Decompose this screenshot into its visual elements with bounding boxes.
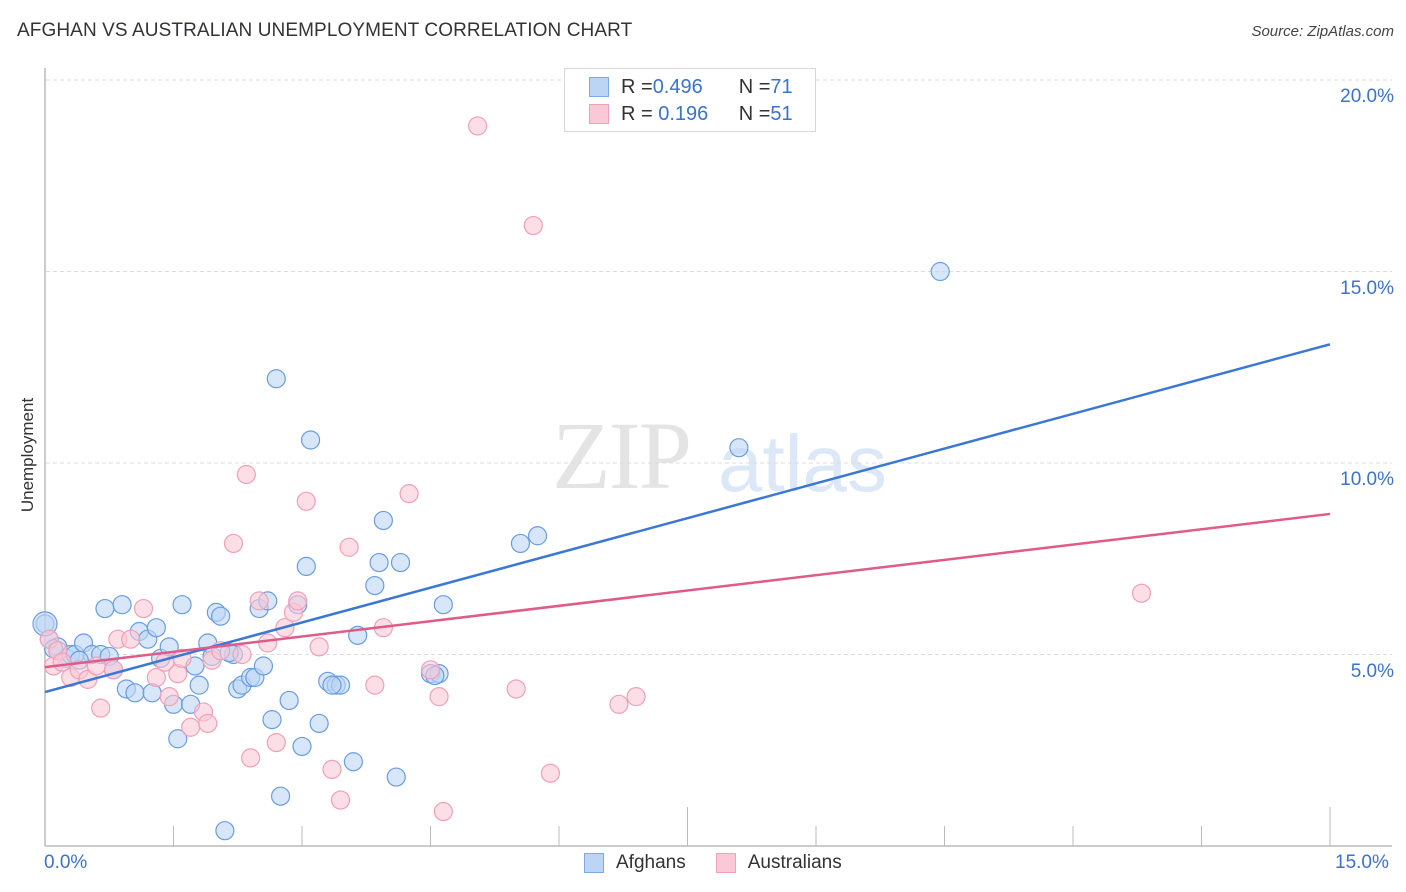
australians-point xyxy=(540,763,561,783)
afghans-point xyxy=(292,736,312,757)
afghans-point xyxy=(300,430,321,450)
afghans-point xyxy=(296,556,316,577)
australians-point xyxy=(258,633,278,653)
legend-r-label: R = xyxy=(621,75,653,98)
y-tick-label: 10.0% xyxy=(1340,469,1394,490)
australians-point xyxy=(249,591,269,611)
x-tick-label-min: 0.0% xyxy=(44,852,88,873)
legend-n-label: N = xyxy=(738,102,771,125)
australians-point xyxy=(232,644,252,665)
australians-point xyxy=(433,801,453,822)
legend-row-australians: R = 0.196 N = 51 xyxy=(589,102,793,126)
australians-point xyxy=(322,759,342,780)
series-australians xyxy=(39,116,1152,822)
afghans-point xyxy=(215,821,235,841)
afghans-point xyxy=(373,510,393,531)
afghans-point xyxy=(510,533,531,554)
afghans-point xyxy=(253,656,274,676)
legend-item-australians[interactable]: Australians xyxy=(715,852,842,874)
australians-point xyxy=(399,484,419,504)
australians-point xyxy=(241,748,261,768)
afghans-point xyxy=(365,575,385,596)
afghans-point xyxy=(386,767,406,787)
legend-label-australians: Australians xyxy=(747,852,842,873)
australians-point xyxy=(296,491,316,511)
afghans-point xyxy=(343,752,363,772)
australians-point xyxy=(468,116,488,136)
afghans-point xyxy=(369,552,389,573)
australians-point xyxy=(198,713,218,734)
afghans-point xyxy=(279,690,299,711)
australians-point xyxy=(609,694,629,714)
afghans-point xyxy=(527,526,548,546)
australians-point xyxy=(626,687,646,707)
afghans-point xyxy=(211,606,231,626)
y-tick-label: 20.0% xyxy=(1340,86,1394,107)
legend-item-afghans[interactable]: Afghans xyxy=(584,852,686,874)
australians-point xyxy=(236,464,256,485)
australians-point xyxy=(429,687,449,707)
legend-swatch-australians xyxy=(715,853,736,873)
australians-point xyxy=(1131,583,1152,603)
australians-point xyxy=(330,790,351,810)
legend-n-label: N = xyxy=(738,75,771,98)
trend-lines xyxy=(44,343,1331,694)
afghans-trend-line xyxy=(44,343,1331,694)
legend-swatch-australians xyxy=(589,104,609,124)
afghans-point xyxy=(322,675,342,695)
afghans-point xyxy=(930,261,950,282)
afghans-point xyxy=(729,438,749,458)
legend-n-value: 51 xyxy=(770,102,793,125)
afghans-point xyxy=(125,683,145,703)
afghans-point xyxy=(95,598,115,619)
axes xyxy=(44,68,1392,847)
afghans-point xyxy=(146,618,166,638)
x-tick-label-max: 15.0% xyxy=(1335,852,1389,873)
australians-point xyxy=(288,591,308,611)
correlation-legend: R = 0.496 N = 71 R = 0.196 N = 51 xyxy=(564,68,816,132)
scatter-plot xyxy=(32,68,1392,847)
australians-point xyxy=(266,732,286,753)
australians-point xyxy=(181,717,201,737)
afghans-point xyxy=(433,595,453,615)
y-tick-label: 5.0% xyxy=(1350,660,1394,682)
australians-point xyxy=(223,533,244,554)
afghans-point xyxy=(112,595,132,615)
afghans-point xyxy=(309,713,329,734)
gridlines xyxy=(46,79,1392,655)
afghans-point xyxy=(390,552,411,573)
afghans-point xyxy=(189,675,209,695)
australians-point xyxy=(506,679,526,699)
y-tick-label: 15.0% xyxy=(1340,277,1394,299)
australians-point xyxy=(339,537,359,557)
afghans-point xyxy=(172,595,192,615)
series-legend: Afghans Australians xyxy=(584,852,872,874)
legend-label-afghans: Afghans xyxy=(616,852,686,873)
australians-point xyxy=(159,687,179,707)
afghans-point xyxy=(262,710,282,730)
legend-r-value: 0.196 xyxy=(652,102,709,125)
legend-n-value: 71 xyxy=(770,75,793,98)
y-axis-label: Unemployment xyxy=(18,397,37,513)
australians-point xyxy=(420,660,441,680)
australians-point xyxy=(365,675,385,695)
australians-point xyxy=(91,698,111,718)
legend-row-afghans: R = 0.496 N = 71 xyxy=(589,75,793,99)
australians-point xyxy=(133,598,154,619)
legend-r-value: 0.496 xyxy=(652,75,703,98)
afghans-point xyxy=(266,369,286,389)
legend-swatch-afghans xyxy=(589,77,609,97)
legend-swatch-afghans xyxy=(584,853,604,873)
australians-point xyxy=(523,215,543,236)
series-afghans xyxy=(32,261,950,841)
australians-point xyxy=(121,629,141,649)
afghans-point xyxy=(270,786,291,806)
australians-point xyxy=(309,637,329,657)
legend-r-label: R = xyxy=(621,102,653,125)
